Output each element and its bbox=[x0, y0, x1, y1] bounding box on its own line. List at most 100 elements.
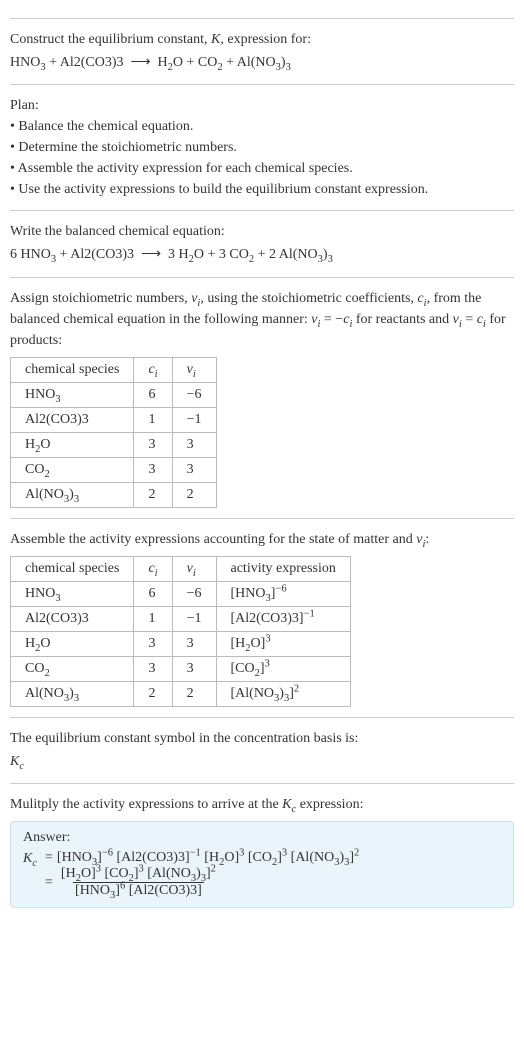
plan-bullet-3: • Assemble the activity expression for e… bbox=[10, 158, 514, 179]
multiply-text: Mulitply the activity expressions to arr… bbox=[10, 794, 514, 815]
answer-product-form: [HNO3]−6 [Al2(CO3)3]−1 [H2O]3 [CO2]3 [Al… bbox=[57, 850, 359, 866]
answer-equation: Kc = [HNO3]−6 [Al2(CO3)3]−1 [H2O]3 [CO2]… bbox=[23, 850, 501, 899]
activity-text: Assemble the activity expressions accoun… bbox=[10, 529, 514, 550]
answer-label: Answer: bbox=[23, 830, 501, 846]
fraction-numerator: [H2O]3 [CO2]3 [Al(NO3)3]2 bbox=[59, 866, 218, 882]
text-part: expression: bbox=[296, 797, 363, 812]
answer-box: Answer: Kc = [HNO3]−6 [Al2(CO3)3]−1 [H2O… bbox=[10, 821, 514, 908]
table-row: H2O 3 3 [H2O]3 bbox=[11, 631, 351, 656]
table-header-row: chemical species ci νi activity expressi… bbox=[11, 556, 351, 581]
text-part: Construct the equilibrium constant, bbox=[10, 32, 211, 47]
cell-species: CO2 bbox=[11, 656, 134, 681]
cell-ci: 6 bbox=[134, 382, 172, 407]
section-balanced: Write the balanced chemical equation: 6 … bbox=[10, 210, 514, 266]
cell-ci: 2 bbox=[134, 482, 172, 507]
cell-species: Al(NO3)3 bbox=[11, 482, 134, 507]
text-part: for reactants and bbox=[352, 312, 452, 327]
cell-nu: −6 bbox=[172, 382, 216, 407]
cell-activity: [Al2(CO3)3]−1 bbox=[216, 606, 350, 631]
balanced-heading: Write the balanced chemical equation: bbox=[10, 221, 514, 242]
cell-species: HNO3 bbox=[11, 382, 134, 407]
answer-rhs: = [HNO3]−6 [Al2(CO3)3]−1 [H2O]3 [CO2]3 [… bbox=[41, 850, 359, 899]
cell-species: Al2(CO3)3 bbox=[11, 407, 134, 432]
cell-species: Al2(CO3)3 bbox=[11, 606, 134, 631]
cell-activity: [CO2]3 bbox=[216, 656, 350, 681]
table-row: CO2 3 3 [CO2]3 bbox=[11, 656, 351, 681]
cell-ci: 3 bbox=[134, 432, 172, 457]
table-row: CO2 3 3 bbox=[11, 457, 217, 482]
table-header-row: chemical species ci νi bbox=[11, 357, 217, 382]
stoich-text: Assign stoichiometric numbers, νi, using… bbox=[10, 288, 514, 351]
text-part: , using the stoichiometric coefficients, bbox=[200, 291, 417, 306]
activity-table: chemical species ci νi activity expressi… bbox=[10, 556, 351, 707]
table-row: HNO3 6 −6 bbox=[11, 382, 217, 407]
plan-bullet-4: • Use the activity expressions to build … bbox=[10, 179, 514, 200]
table-row: Al(NO3)3 2 2 [Al(NO3)3]2 bbox=[11, 681, 351, 706]
col-nu: νi bbox=[172, 556, 216, 581]
col-species: chemical species bbox=[11, 357, 134, 382]
stoich-table: chemical species ci νi HNO3 6 −6 Al2(CO3… bbox=[10, 357, 217, 508]
cell-activity: [H2O]3 bbox=[216, 631, 350, 656]
section-kc-symbol: The equilibrium constant symbol in the c… bbox=[10, 717, 514, 773]
reaction-balanced: 6 HNO3 + Al2(CO3)3 ⟶ 3 H2O + 3 CO2 + 2 A… bbox=[10, 244, 514, 266]
eq-sign: = bbox=[462, 312, 477, 327]
cell-species: CO2 bbox=[11, 457, 134, 482]
construct-text: Construct the equilibrium constant, K, e… bbox=[10, 29, 514, 50]
cell-species: H2O bbox=[11, 432, 134, 457]
col-activity: activity expression bbox=[216, 556, 350, 581]
table-row: Al(NO3)3 2 2 bbox=[11, 482, 217, 507]
cell-ci: 6 bbox=[134, 581, 172, 606]
table-row: Al2(CO3)3 1 −1 bbox=[11, 407, 217, 432]
cell-ci: 2 bbox=[134, 681, 172, 706]
kc-symbol-text: The equilibrium constant symbol in the c… bbox=[10, 728, 514, 749]
cell-activity: [Al(NO3)3]2 bbox=[216, 681, 350, 706]
cell-nu: −1 bbox=[172, 407, 216, 432]
cell-species: HNO3 bbox=[11, 581, 134, 606]
eq-sign: = − bbox=[320, 312, 343, 327]
col-species: chemical species bbox=[11, 556, 134, 581]
symbol-K: K bbox=[211, 32, 220, 47]
cell-ci: 1 bbox=[134, 606, 172, 631]
section-stoichiometric: Assign stoichiometric numbers, νi , using… bbox=[10, 277, 514, 508]
cell-ci: 3 bbox=[134, 457, 172, 482]
cell-nu: 3 bbox=[172, 631, 216, 656]
cell-nu: 3 bbox=[172, 432, 216, 457]
section-multiply: Mulitply the activity expressions to arr… bbox=[10, 783, 514, 908]
cell-nu: −6 bbox=[172, 581, 216, 606]
plan-bullet-2: • Determine the stoichiometric numbers. bbox=[10, 137, 514, 158]
symbol-K: K bbox=[282, 797, 291, 812]
plan-bullet-1: • Balance the chemical equation. bbox=[10, 116, 514, 137]
cell-ci: 3 bbox=[134, 656, 172, 681]
cell-nu: 3 bbox=[172, 656, 216, 681]
text-part: Mulitply the activity expressions to arr… bbox=[10, 797, 282, 812]
table-row: H2O 3 3 bbox=[11, 432, 217, 457]
answer-row-2: = [H2O]3 [CO2]3 [Al(NO3)3]2 [HNO3]6 [Al2… bbox=[41, 866, 359, 899]
text-part: Assign stoichiometric numbers, bbox=[10, 291, 191, 306]
answer-fraction: [H2O]3 [CO2]3 [Al(NO3)3]2 [HNO3]6 [Al2(C… bbox=[59, 866, 218, 899]
answer-row-1: = [HNO3]−6 [Al2(CO3)3]−1 [H2O]3 [CO2]3 [… bbox=[41, 850, 359, 866]
kc-symbol: Kc bbox=[10, 751, 514, 773]
table-row: Al2(CO3)3 1 −1 [Al2(CO3)3]−1 bbox=[11, 606, 351, 631]
section-activity: Assemble the activity expressions accoun… bbox=[10, 518, 514, 707]
section-plan: Plan: • Balance the chemical equation. •… bbox=[10, 84, 514, 200]
cell-species: Al(NO3)3 bbox=[11, 681, 134, 706]
text-part: , expression for: bbox=[220, 32, 311, 47]
section-construct: Construct the equilibrium constant, K, e… bbox=[10, 18, 514, 74]
col-ci: ci bbox=[134, 556, 172, 581]
col-nu: νi bbox=[172, 357, 216, 382]
cell-nu: 2 bbox=[172, 681, 216, 706]
answer-lhs: Kc bbox=[23, 850, 41, 867]
table-row: HNO3 6 −6 [HNO3]−6 bbox=[11, 581, 351, 606]
cell-nu: 2 bbox=[172, 482, 216, 507]
fraction-denominator: [HNO3]6 [Al2(CO3)3] bbox=[73, 882, 204, 899]
cell-nu: −1 bbox=[172, 606, 216, 631]
text-part: : bbox=[425, 532, 429, 547]
text-part: Assemble the activity expressions accoun… bbox=[10, 532, 416, 547]
cell-activity: [HNO3]−6 bbox=[216, 581, 350, 606]
plan-heading: Plan: bbox=[10, 95, 514, 116]
reaction-unbalanced: HNO3 + Al2(CO3)3 ⟶ H2O + CO2 + Al(NO3)3 bbox=[10, 52, 514, 74]
cell-ci: 3 bbox=[134, 631, 172, 656]
cell-ci: 1 bbox=[134, 407, 172, 432]
cell-nu: 3 bbox=[172, 457, 216, 482]
col-ci: ci bbox=[134, 357, 172, 382]
